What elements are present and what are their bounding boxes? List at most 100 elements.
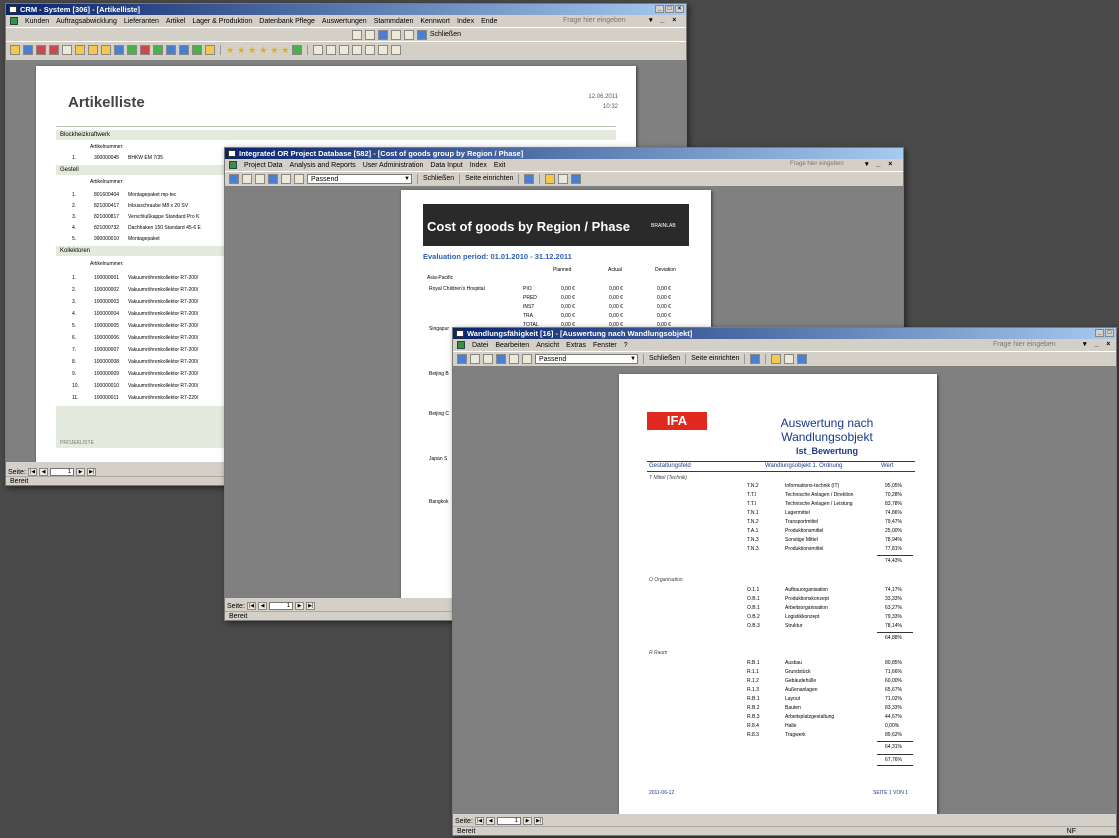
menu-extras[interactable]: Extras: [566, 342, 586, 349]
new-object-icon[interactable]: [558, 173, 569, 184]
page-number-input[interactable]: 1: [269, 602, 294, 610]
menu-auftragsabwicklung[interactable]: Auftragsabwicklung: [56, 18, 117, 25]
page-setup-button[interactable]: Seite einrichten: [465, 175, 513, 182]
menu-analysis[interactable]: Analysis and Reports: [290, 162, 356, 169]
one-page-icon[interactable]: [496, 353, 506, 364]
folder2-icon[interactable]: [88, 44, 98, 55]
sort-desc-icon[interactable]: [378, 44, 389, 55]
tool-icon[interactable]: [457, 353, 467, 364]
multi-page-icon[interactable]: [522, 353, 532, 364]
star-icon[interactable]: ★: [237, 45, 245, 55]
close-button[interactable]: ×: [675, 5, 684, 13]
heart-icon[interactable]: [127, 44, 137, 55]
cut-icon[interactable]: [313, 44, 324, 55]
wf-titlebar[interactable]: Wandlungsfähigkeit [16] - [Auswertung na…: [453, 328, 1116, 339]
maximize-button[interactable]: □: [665, 5, 674, 13]
page-number-input[interactable]: 1: [497, 817, 522, 825]
globe-icon[interactable]: [114, 44, 124, 55]
crm-titlebar[interactable]: CRM - System [306] - [Artikelliste] _ □ …: [6, 4, 686, 15]
star-icon[interactable]: ★: [226, 45, 234, 55]
menu-fenster[interactable]: Fenster: [593, 342, 617, 349]
clock-icon[interactable]: [140, 44, 150, 55]
paste-icon[interactable]: [339, 44, 350, 55]
close-preview-button[interactable]: Schließen: [649, 355, 680, 362]
zoom-combo[interactable]: Passend ▼: [307, 173, 412, 184]
menu-exit[interactable]: Exit: [494, 162, 506, 169]
find-icon[interactable]: [352, 44, 363, 55]
menu-user-admin[interactable]: User Administration: [363, 162, 424, 169]
tool-icon[interactable]: [351, 29, 362, 40]
first-page-button[interactable]: |◀: [27, 468, 38, 476]
open-icon[interactable]: [10, 44, 20, 55]
star-icon[interactable]: ★: [270, 45, 278, 55]
menu-data-input[interactable]: Data Input: [430, 162, 462, 169]
print-icon[interactable]: [470, 353, 480, 364]
maximize-button[interactable]: □: [1105, 329, 1114, 337]
help-search-input[interactable]: Frage hier eingeben: [993, 341, 1056, 348]
database-window-icon[interactable]: [545, 173, 556, 184]
menu-artikel[interactable]: Artikel: [166, 18, 185, 25]
mdi-controls[interactable]: ▾ _ ×: [649, 16, 679, 24]
one-page-icon[interactable]: [377, 29, 388, 40]
menu-kennwort[interactable]: Kennwort: [420, 18, 450, 25]
print-icon[interactable]: [242, 173, 252, 184]
menu-bearbeiten[interactable]: Bearbeiten: [495, 342, 529, 349]
page-setup-button[interactable]: Seite einrichten: [691, 355, 739, 362]
next-page-button[interactable]: ▶: [523, 817, 533, 825]
menu-ansicht[interactable]: Ansicht: [536, 342, 559, 349]
sort-asc-icon[interactable]: [365, 44, 376, 55]
tool-icon[interactable]: [229, 173, 239, 184]
more-icon[interactable]: [391, 44, 402, 55]
star-icon[interactable]: ★: [281, 45, 289, 55]
new-object-icon[interactable]: [784, 353, 795, 364]
zoom-combo[interactable]: Passend ▼: [535, 353, 638, 364]
print-icon[interactable]: [62, 44, 72, 55]
star-icon[interactable]: ★: [248, 45, 256, 55]
last-page-button[interactable]: ▶|: [534, 817, 544, 825]
zoom-icon[interactable]: [255, 173, 265, 184]
package-icon[interactable]: [101, 44, 111, 55]
table-icon[interactable]: [23, 44, 33, 55]
help-icon[interactable]: [205, 44, 215, 55]
form-icon[interactable]: [10, 17, 18, 25]
menu-help[interactable]: ?: [624, 342, 628, 349]
prev-page-button[interactable]: ◀: [486, 817, 496, 825]
first-page-button[interactable]: |◀: [246, 602, 257, 610]
menu-datei[interactable]: Datei: [472, 342, 488, 349]
report2-icon[interactable]: [49, 44, 59, 55]
prev-page-button[interactable]: ◀: [258, 602, 268, 610]
export-icon[interactable]: [416, 29, 427, 40]
close-preview-button[interactable]: Schließen: [423, 175, 454, 182]
multi-page-icon[interactable]: [403, 29, 414, 40]
menu-stammdaten[interactable]: Stammdaten: [374, 18, 414, 25]
menu-index[interactable]: Index: [470, 162, 487, 169]
form-icon[interactable]: [457, 341, 465, 349]
two-pages-icon[interactable]: [509, 353, 519, 364]
menu-lager[interactable]: Lager & Produktion: [192, 18, 252, 25]
close-preview-button[interactable]: Schließen: [430, 31, 461, 38]
prev-page-button[interactable]: ◀: [39, 468, 49, 476]
zoom-icon[interactable]: [364, 29, 375, 40]
mdi-controls[interactable]: ▾ _ ×: [865, 160, 895, 168]
menu-kunden[interactable]: Kunden: [25, 18, 49, 25]
mail-icon[interactable]: [179, 44, 189, 55]
wf-window[interactable]: Wandlungsfähigkeit [16] - [Auswertung na…: [452, 327, 1117, 836]
add-icon[interactable]: [192, 44, 202, 55]
database-icon[interactable]: [166, 44, 176, 55]
last-page-button[interactable]: ▶|: [87, 468, 97, 476]
star-icon[interactable]: ★: [259, 45, 267, 55]
menu-ende[interactable]: Ende: [481, 18, 497, 25]
menu-index[interactable]: Index: [457, 18, 474, 25]
two-pages-icon[interactable]: [390, 29, 401, 40]
form-icon[interactable]: [229, 161, 237, 169]
help-icon[interactable]: [571, 173, 582, 184]
export-icon[interactable]: [524, 173, 535, 184]
one-page-icon[interactable]: [268, 173, 278, 184]
menu-auswertungen[interactable]: Auswertungen: [322, 18, 367, 25]
minimize-button[interactable]: _: [655, 5, 664, 13]
menu-datenbank[interactable]: Datenbank Pflege: [259, 18, 315, 25]
last-page-button[interactable]: ▶|: [306, 602, 316, 610]
zoom-icon[interactable]: [483, 353, 493, 364]
mdi-controls[interactable]: ▾ _ ×: [1083, 340, 1113, 348]
next-page-button[interactable]: ▶: [76, 468, 86, 476]
